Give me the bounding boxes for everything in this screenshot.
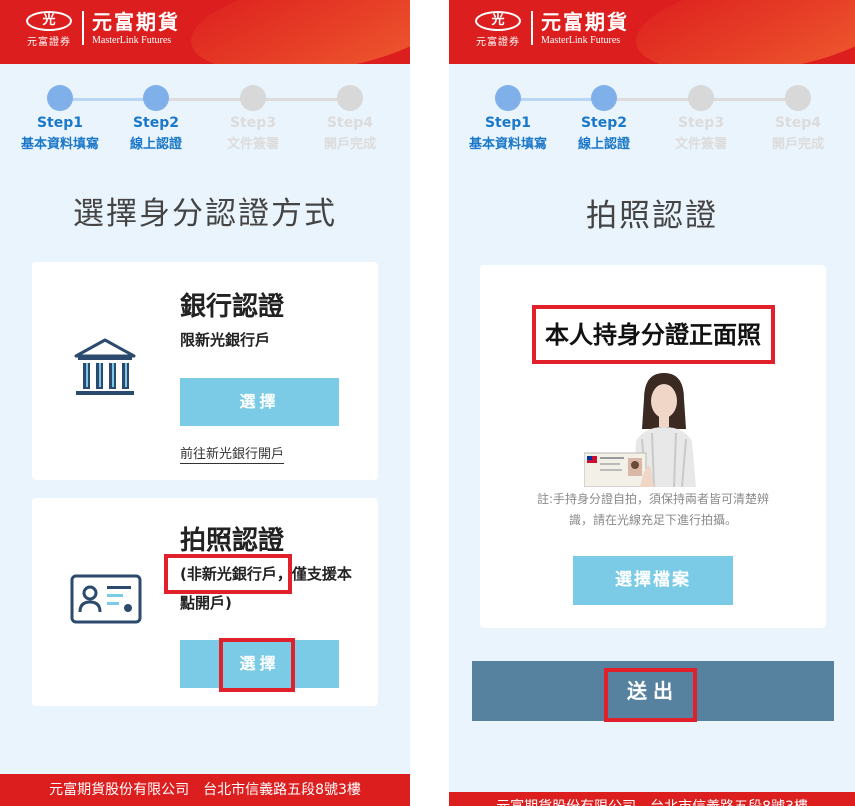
step-3: Step3 文件簽署: [205, 85, 301, 152]
left-screen: 光 元富證券 元富期貨 MasterLink Futures Step1 基本資…: [0, 0, 410, 806]
brand-name: 元富期貨: [92, 10, 180, 34]
upload-note-line2: 識，請在光線充足下進行拍攝。: [568, 513, 737, 527]
header-swoosh: [630, 0, 855, 64]
step-1: Step1 基本資料填寫: [460, 85, 556, 152]
logo: 光 元富證券 元富期貨 MasterLink Futures: [473, 11, 629, 48]
footer: 元富期貨股份有限公司 台北市信義路五段8號3樓: [0, 774, 410, 806]
page-title: 拍照認證: [586, 198, 718, 234]
step-4-dot: [337, 85, 363, 111]
photo-auth-card: 拍照認證 (非新光銀行戶，僅支援本 點開戶) 選擇: [32, 498, 378, 706]
bank-card-desc: 限新光銀行戶: [180, 331, 271, 349]
step-4: Step4 開戶完成: [302, 85, 398, 152]
bank-select-button[interactable]: 選擇: [180, 378, 339, 426]
header-swoosh: [185, 0, 410, 64]
bank-icon: [72, 336, 138, 402]
step-2: Step2 線上認證: [556, 85, 652, 152]
logo-mark-icon: 光: [475, 11, 521, 31]
step-1-dot: [495, 85, 521, 111]
logo: 光 元富證券 元富期貨 MasterLink Futures: [24, 11, 180, 48]
step-4: Step4 開戶完成: [750, 85, 846, 152]
right-screen: 光 元富證券 元富期貨 MasterLink Futures Step1 基本資…: [449, 0, 855, 806]
header: 光 元富證券 元富期貨 MasterLink Futures: [0, 0, 410, 64]
step-3: Step3 文件簽署: [653, 85, 749, 152]
bank-auth-card: 銀行認證 限新光銀行戶 選擇 前往新光銀行開戶: [32, 262, 378, 480]
step-3-dot: [688, 85, 714, 111]
open-bank-account-link[interactable]: 前往新光銀行開戶: [180, 443, 285, 464]
selfie-with-id-image: [583, 369, 714, 488]
id-card-icon: [70, 574, 142, 624]
highlight-box-non-bank: [164, 554, 292, 594]
page-title: 選擇身分認證方式: [73, 196, 337, 232]
step-1-dot: [47, 85, 73, 111]
step-2-dot: [591, 85, 617, 111]
bank-card-title: 銀行認證: [180, 292, 285, 322]
logo-sub: 元富證券: [27, 37, 71, 48]
photo-card-title: 拍照認證: [180, 526, 285, 556]
header: 光 元富證券 元富期貨 MasterLink Futures: [449, 0, 855, 64]
step-2: Step2 線上認證: [108, 85, 204, 152]
logo-sub: 元富證券: [476, 37, 520, 48]
highlight-box-heading: [532, 305, 775, 364]
brand-name: 元富期貨: [541, 10, 629, 34]
highlight-box-select: [219, 638, 295, 692]
step-2-dot: [143, 85, 169, 111]
step-1: Step1 基本資料填寫: [12, 85, 108, 152]
step-3-dot: [240, 85, 266, 111]
footer: 元富期貨股份有限公司 台北市信義路五段8號3樓: [449, 792, 855, 806]
step-4-dot: [785, 85, 811, 111]
step-progress: Step1 基本資料填寫 Step2 線上認證 Step3 文件簽署 Step4…: [449, 85, 855, 155]
choose-file-button[interactable]: 選擇檔案: [573, 556, 733, 605]
upload-note-line1: 註:手持身分證自拍，須保持兩者皆可清楚辨: [536, 492, 770, 506]
step-progress: Step1 基本資料填寫 Step2 線上認證 Step3 文件簽署 Step4…: [0, 85, 410, 155]
logo-mark-icon: 光: [26, 11, 72, 31]
highlight-box-submit: [604, 668, 697, 722]
brand-name-en: MasterLink Futures: [541, 35, 621, 46]
brand-name-en: MasterLink Futures: [92, 35, 172, 46]
